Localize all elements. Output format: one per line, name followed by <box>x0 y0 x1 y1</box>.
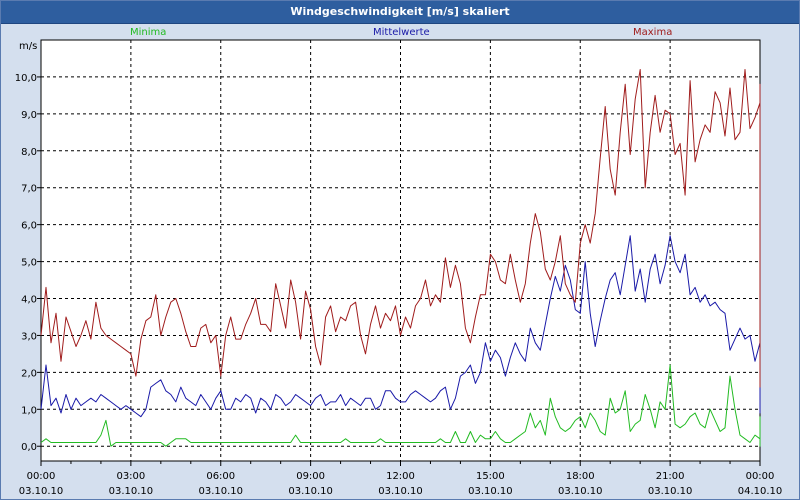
y-tick-label: 2,0 <box>21 368 37 379</box>
x-tick-time-label: 12:00 <box>386 471 415 482</box>
x-tick-date-label: 03.10.10 <box>378 486 423 497</box>
x-tick-date-label: 03.10.10 <box>288 486 333 497</box>
x-tick-time-label: 18:00 <box>566 471 595 482</box>
x-tick-date-label: 04.10.10 <box>738 486 783 497</box>
legend-minima: Minima <box>130 27 166 38</box>
x-tick-date-label: 03.10.10 <box>558 486 603 497</box>
legend-maxima: Maxima <box>633 27 672 38</box>
x-tick-time-label: 21:00 <box>656 471 685 482</box>
x-tick-time-label: 00:00 <box>746 471 775 482</box>
x-tick-time-label: 03:00 <box>116 471 145 482</box>
x-tick-date-label: 03.10.10 <box>468 486 513 497</box>
y-tick-label: 9,0 <box>21 110 37 121</box>
x-tick-date-label: 03.10.10 <box>109 486 154 497</box>
y-tick-label: 5,0 <box>21 258 37 269</box>
y-tick-label: 7,0 <box>21 184 37 195</box>
legend-mittelwerte: Mittelwerte <box>373 27 430 38</box>
x-tick-time-label: 06:00 <box>206 471 235 482</box>
y-axis-ticks: 0,0 1,0 2,0 3,0 4,0 5,0 6,0 7,0 8,0 9,0 10,0 <box>15 73 41 453</box>
y-tick-label: 6,0 <box>21 221 37 232</box>
y-tick-label: 1,0 <box>21 405 37 416</box>
y-axis-unit-label: m/s <box>19 41 37 52</box>
x-tick-time-label: 09:00 <box>296 471 325 482</box>
x-tick-date-label: 03.10.10 <box>19 486 64 497</box>
x-tick-date-label: 03.10.10 <box>198 486 243 497</box>
y-tick-label: 3,0 <box>21 331 37 342</box>
x-tick-time-label: 00:00 <box>27 471 56 482</box>
x-axis-ticks: 00:00 03.10.10 03:00 03.10.10 06:00 03.10.10 0… <box>19 461 783 497</box>
y-tick-label: 10,0 <box>15 73 37 84</box>
chart-plot: 0,0 1,0 2,0 3,0 4,0 5,0 6,0 7,0 8,0 9,0 10,0 00:00… <box>15 27 783 497</box>
x-tick-time-label: 15:00 <box>476 471 505 482</box>
y-tick-label: 0,0 <box>21 442 37 453</box>
y-tick-label: 8,0 <box>21 147 37 158</box>
y-tick-label: 4,0 <box>21 295 37 306</box>
x-tick-date-label: 03.10.10 <box>648 486 693 497</box>
